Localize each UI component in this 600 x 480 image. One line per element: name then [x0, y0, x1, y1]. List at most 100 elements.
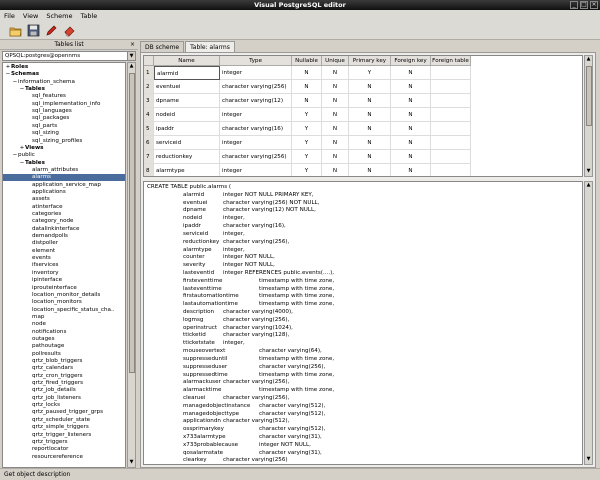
tree-item[interactable]: alarm_attributes [3, 167, 125, 174]
tree-scrollbar[interactable]: ▲ ▼ [127, 62, 136, 468]
grid-cell-ft[interactable] [431, 164, 471, 176]
tab-table-alarms[interactable]: Table: alarms [185, 41, 235, 52]
grid-cell-type[interactable]: integer [220, 66, 292, 80]
grid-cell-pk[interactable]: N [349, 122, 391, 136]
tree-item[interactable]: qrtz_simple_triggers [3, 424, 125, 431]
grid-cell-fk[interactable]: N [391, 122, 431, 136]
close-panel-icon[interactable]: × [130, 40, 135, 50]
grid-cell-ft[interactable] [431, 136, 471, 150]
tree-item[interactable]: −Schemas [3, 71, 125, 78]
tree-item[interactable]: sql_sizing [3, 130, 125, 137]
grid-cell-fk[interactable]: N [391, 164, 431, 176]
column-header[interactable]: Unique [322, 56, 349, 66]
grid-cell-fk[interactable]: N [391, 108, 431, 122]
tree-item[interactable]: qrtz_triggers [3, 439, 125, 446]
grid-cell-unique[interactable]: N [322, 164, 349, 176]
tree-item[interactable]: resourcereference [3, 454, 125, 461]
scroll-down-icon[interactable]: ▼ [585, 456, 592, 464]
column-header[interactable]: Foreign table [431, 56, 471, 66]
grid-cell-pk[interactable]: N [349, 164, 391, 176]
menu-table[interactable]: Table [80, 12, 97, 20]
grid-cell-ft[interactable] [431, 94, 471, 108]
tree-item[interactable]: qrtz_paused_trigger_grps [3, 409, 125, 416]
grid-cell-fk[interactable]: N [391, 80, 431, 94]
grid-cell-name[interactable]: ipaddr [154, 122, 220, 136]
grid-cell-nullable[interactable]: Y [292, 150, 322, 164]
grid-cell-name[interactable]: alarmtype [154, 164, 220, 176]
tree-item[interactable]: ifservices [3, 262, 125, 269]
tree-item[interactable]: qrtz_fired_triggers [3, 380, 125, 387]
close-icon[interactable]: × [590, 1, 598, 9]
grid-cell-fk[interactable]: N [391, 136, 431, 150]
tree-item[interactable]: demandpolls [3, 233, 125, 240]
grid-cell-ft[interactable] [431, 66, 471, 80]
grid-cell-nullable[interactable]: Y [292, 136, 322, 150]
edit-button[interactable] [44, 24, 58, 38]
tree-item[interactable]: element [3, 248, 125, 255]
tree-item[interactable]: sql_languages [3, 108, 125, 115]
grid-cell-fk[interactable]: N [391, 150, 431, 164]
grid-cell-nullable[interactable]: N [292, 94, 322, 108]
minimize-icon[interactable]: _ [570, 1, 578, 9]
grid-cell-unique[interactable]: N [322, 150, 349, 164]
tree-item[interactable]: −information_schema [3, 79, 125, 86]
grid-cell-ft[interactable] [431, 80, 471, 94]
clear-button[interactable] [62, 24, 76, 38]
menu-file[interactable]: File [4, 12, 15, 20]
tree-item[interactable]: qrtz_job_details [3, 387, 125, 394]
tree-item[interactable]: alarms [3, 174, 125, 182]
tree-item[interactable]: datalinkinterface [3, 226, 125, 233]
scroll-up-icon[interactable]: ▲ [585, 182, 592, 190]
tree-item[interactable]: ipinterface [3, 277, 125, 284]
tree-item[interactable]: location_specific_status_cha.. [3, 307, 125, 314]
grid-cell-type[interactable]: integer [220, 108, 292, 122]
grid-cell-name[interactable]: serviceid [154, 136, 220, 150]
column-header[interactable]: Type [220, 56, 292, 66]
tree-item[interactable]: qrtz_trigger_listeners [3, 432, 125, 439]
grid-cell-unique[interactable]: N [322, 136, 349, 150]
tree-item[interactable]: location_monitor_details [3, 292, 125, 299]
grid-cell-name[interactable]: alarmid [154, 66, 220, 80]
tree-item[interactable]: sql_packages [3, 115, 125, 122]
save-button[interactable] [26, 24, 40, 38]
grid-cell-type[interactable]: character varying(12) [220, 94, 292, 108]
tree-item[interactable]: qrtz_cron_triggers [3, 373, 125, 380]
scroll-up-icon[interactable]: ▲ [128, 63, 135, 71]
tree-item[interactable]: +Views [3, 145, 125, 152]
grid-cell-type[interactable]: character varying(256) [220, 150, 292, 164]
tab-db-scheme[interactable]: DB scheme [140, 41, 185, 52]
tree-item[interactable]: sql_parts [3, 123, 125, 130]
tree-item[interactable]: qrtz_job_listeners [3, 395, 125, 402]
scroll-thumb[interactable] [129, 73, 135, 373]
grid-cell-unique[interactable]: N [322, 108, 349, 122]
grid-cell-name[interactable]: eventuei [154, 80, 220, 94]
scroll-up-icon[interactable]: ▲ [585, 56, 592, 64]
connection-select[interactable]: QPSQL:postgres@opennms ▼ [2, 51, 136, 61]
grid-cell-pk[interactable]: N [349, 150, 391, 164]
tree-item[interactable]: −Tables [3, 160, 125, 167]
grid-cell-unique[interactable]: N [322, 80, 349, 94]
column-header[interactable]: Nullable [292, 56, 322, 66]
tree-item[interactable]: reportlocator [3, 446, 125, 453]
tree-item[interactable]: qrtz_scheduler_state [3, 417, 125, 424]
grid-cell-nullable[interactable]: Y [292, 122, 322, 136]
grid-cell-nullable[interactable]: N [292, 66, 322, 80]
grid-cell-pk[interactable]: Y [349, 66, 391, 80]
tree-item[interactable]: −Tables [3, 86, 125, 93]
tree-item[interactable]: pollresults [3, 351, 125, 358]
tree-item[interactable]: qrtz_locks [3, 402, 125, 409]
tree-item[interactable]: +Roles [3, 64, 125, 71]
grid-cell-pk[interactable]: N [349, 108, 391, 122]
grid-scrollbar[interactable]: ▲ ▼ [584, 55, 593, 177]
grid-cell-pk[interactable]: N [349, 136, 391, 150]
grid-cell-type[interactable]: character varying(16) [220, 122, 292, 136]
grid-cell-fk[interactable]: N [391, 94, 431, 108]
grid-cell-name[interactable]: nodeid [154, 108, 220, 122]
tree-item[interactable]: map [3, 314, 125, 321]
tree-item[interactable]: categories [3, 211, 125, 218]
column-header[interactable]: Foreign key [391, 56, 431, 66]
grid-cell-unique[interactable]: N [322, 94, 349, 108]
tree-item[interactable]: applications [3, 189, 125, 196]
tree-item[interactable]: outages [3, 336, 125, 343]
grid-cell-nullable[interactable]: Y [292, 108, 322, 122]
